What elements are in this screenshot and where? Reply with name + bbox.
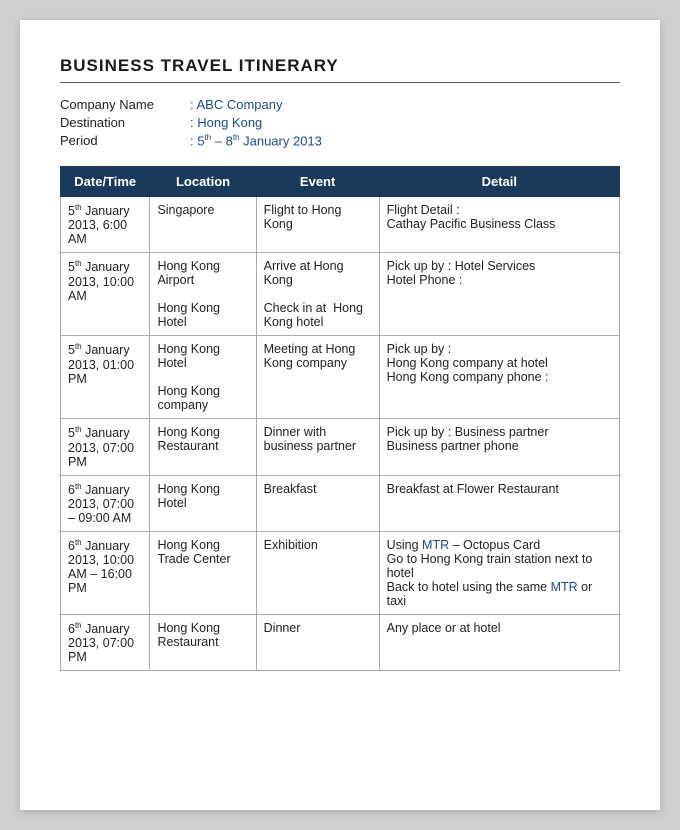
meta-period-value: : 5th – 8th January 2013 [190, 133, 322, 148]
cell-datetime: 6th January 2013, 10:00 AM – 16:00 PM [61, 531, 150, 614]
cell-datetime: 6th January 2013, 07:00 PM [61, 614, 150, 670]
cell-location: Singapore [150, 197, 256, 253]
cell-detail: Flight Detail :Cathay Pacific Business C… [379, 197, 619, 253]
cell-location: Hong Kong Restaurant [150, 419, 256, 475]
cell-location: Hong Kong Trade Center [150, 531, 256, 614]
cell-event: Meeting at Hong Kong company [256, 336, 379, 419]
title-divider [60, 82, 620, 83]
cell-event: Breakfast [256, 475, 379, 531]
header-datetime: Date/Time [61, 167, 150, 197]
table-row: 5th January 2013, 10:00 AM Hong Kong Air… [61, 253, 620, 336]
table-row: 5th January 2013, 07:00 PM Hong Kong Res… [61, 419, 620, 475]
cell-location: Hong Kong HotelHong Kong company [150, 336, 256, 419]
cell-detail: Breakfast at Flower Restaurant [379, 475, 619, 531]
cell-event: Exhibition [256, 531, 379, 614]
mtr-text2: MTR [551, 580, 578, 594]
cell-detail: Pick up by : Hotel ServicesHotel Phone : [379, 253, 619, 336]
meta-destination: Destination : Hong Kong [60, 115, 620, 130]
mtr-text: MTR [422, 538, 449, 552]
cell-detail: Using MTR – Octopus CardGo to Hong Kong … [379, 531, 619, 614]
cell-detail: Pick up by :Hong Kong company at hotelHo… [379, 336, 619, 419]
cell-event: Dinner [256, 614, 379, 670]
meta-period: Period : 5th – 8th January 2013 [60, 133, 620, 148]
table-header-row: Date/Time Location Event Detail [61, 167, 620, 197]
cell-datetime: 6th January 2013, 07:00 – 09:00 AM [61, 475, 150, 531]
cell-location: Hong Kong Restaurant [150, 614, 256, 670]
meta-period-label: Period [60, 133, 190, 148]
table-row: 6th January 2013, 10:00 AM – 16:00 PM Ho… [61, 531, 620, 614]
cell-datetime: 5th January 2013, 6:00 AM [61, 197, 150, 253]
itinerary-table: Date/Time Location Event Detail 5th Janu… [60, 166, 620, 671]
table-row: 6th January 2013, 07:00 – 09:00 AM Hong … [61, 475, 620, 531]
cell-datetime: 5th January 2013, 07:00 PM [61, 419, 150, 475]
cell-detail: Any place or at hotel [379, 614, 619, 670]
table-row: 5th January 2013, 01:00 PM Hong Kong Hot… [61, 336, 620, 419]
header-detail: Detail [379, 167, 619, 197]
meta-destination-value: : Hong Kong [190, 115, 262, 130]
cell-datetime: 5th January 2013, 01:00 PM [61, 336, 150, 419]
cell-event: Flight to Hong Kong [256, 197, 379, 253]
page: BUSINESS TRAVEL ITINERARY Company Name :… [20, 20, 660, 810]
table-row: 6th January 2013, 07:00 PM Hong Kong Res… [61, 614, 620, 670]
cell-event: Arrive at Hong KongCheck in at Hong Kong… [256, 253, 379, 336]
header-event: Event [256, 167, 379, 197]
meta-section: Company Name : ABC Company Destination :… [60, 97, 620, 148]
meta-company-value: : ABC Company [190, 97, 283, 112]
cell-datetime: 5th January 2013, 10:00 AM [61, 253, 150, 336]
meta-company-label: Company Name [60, 97, 190, 112]
table-row: 5th January 2013, 6:00 AM Singapore Flig… [61, 197, 620, 253]
cell-event: Dinner with business partner [256, 419, 379, 475]
meta-destination-label: Destination [60, 115, 190, 130]
meta-company: Company Name : ABC Company [60, 97, 620, 112]
header-location: Location [150, 167, 256, 197]
cell-location: Hong Kong AirportHong Kong Hotel [150, 253, 256, 336]
page-title: BUSINESS TRAVEL ITINERARY [60, 56, 620, 76]
cell-location: Hong Kong Hotel [150, 475, 256, 531]
cell-detail: Pick up by : Business partnerBusiness pa… [379, 419, 619, 475]
